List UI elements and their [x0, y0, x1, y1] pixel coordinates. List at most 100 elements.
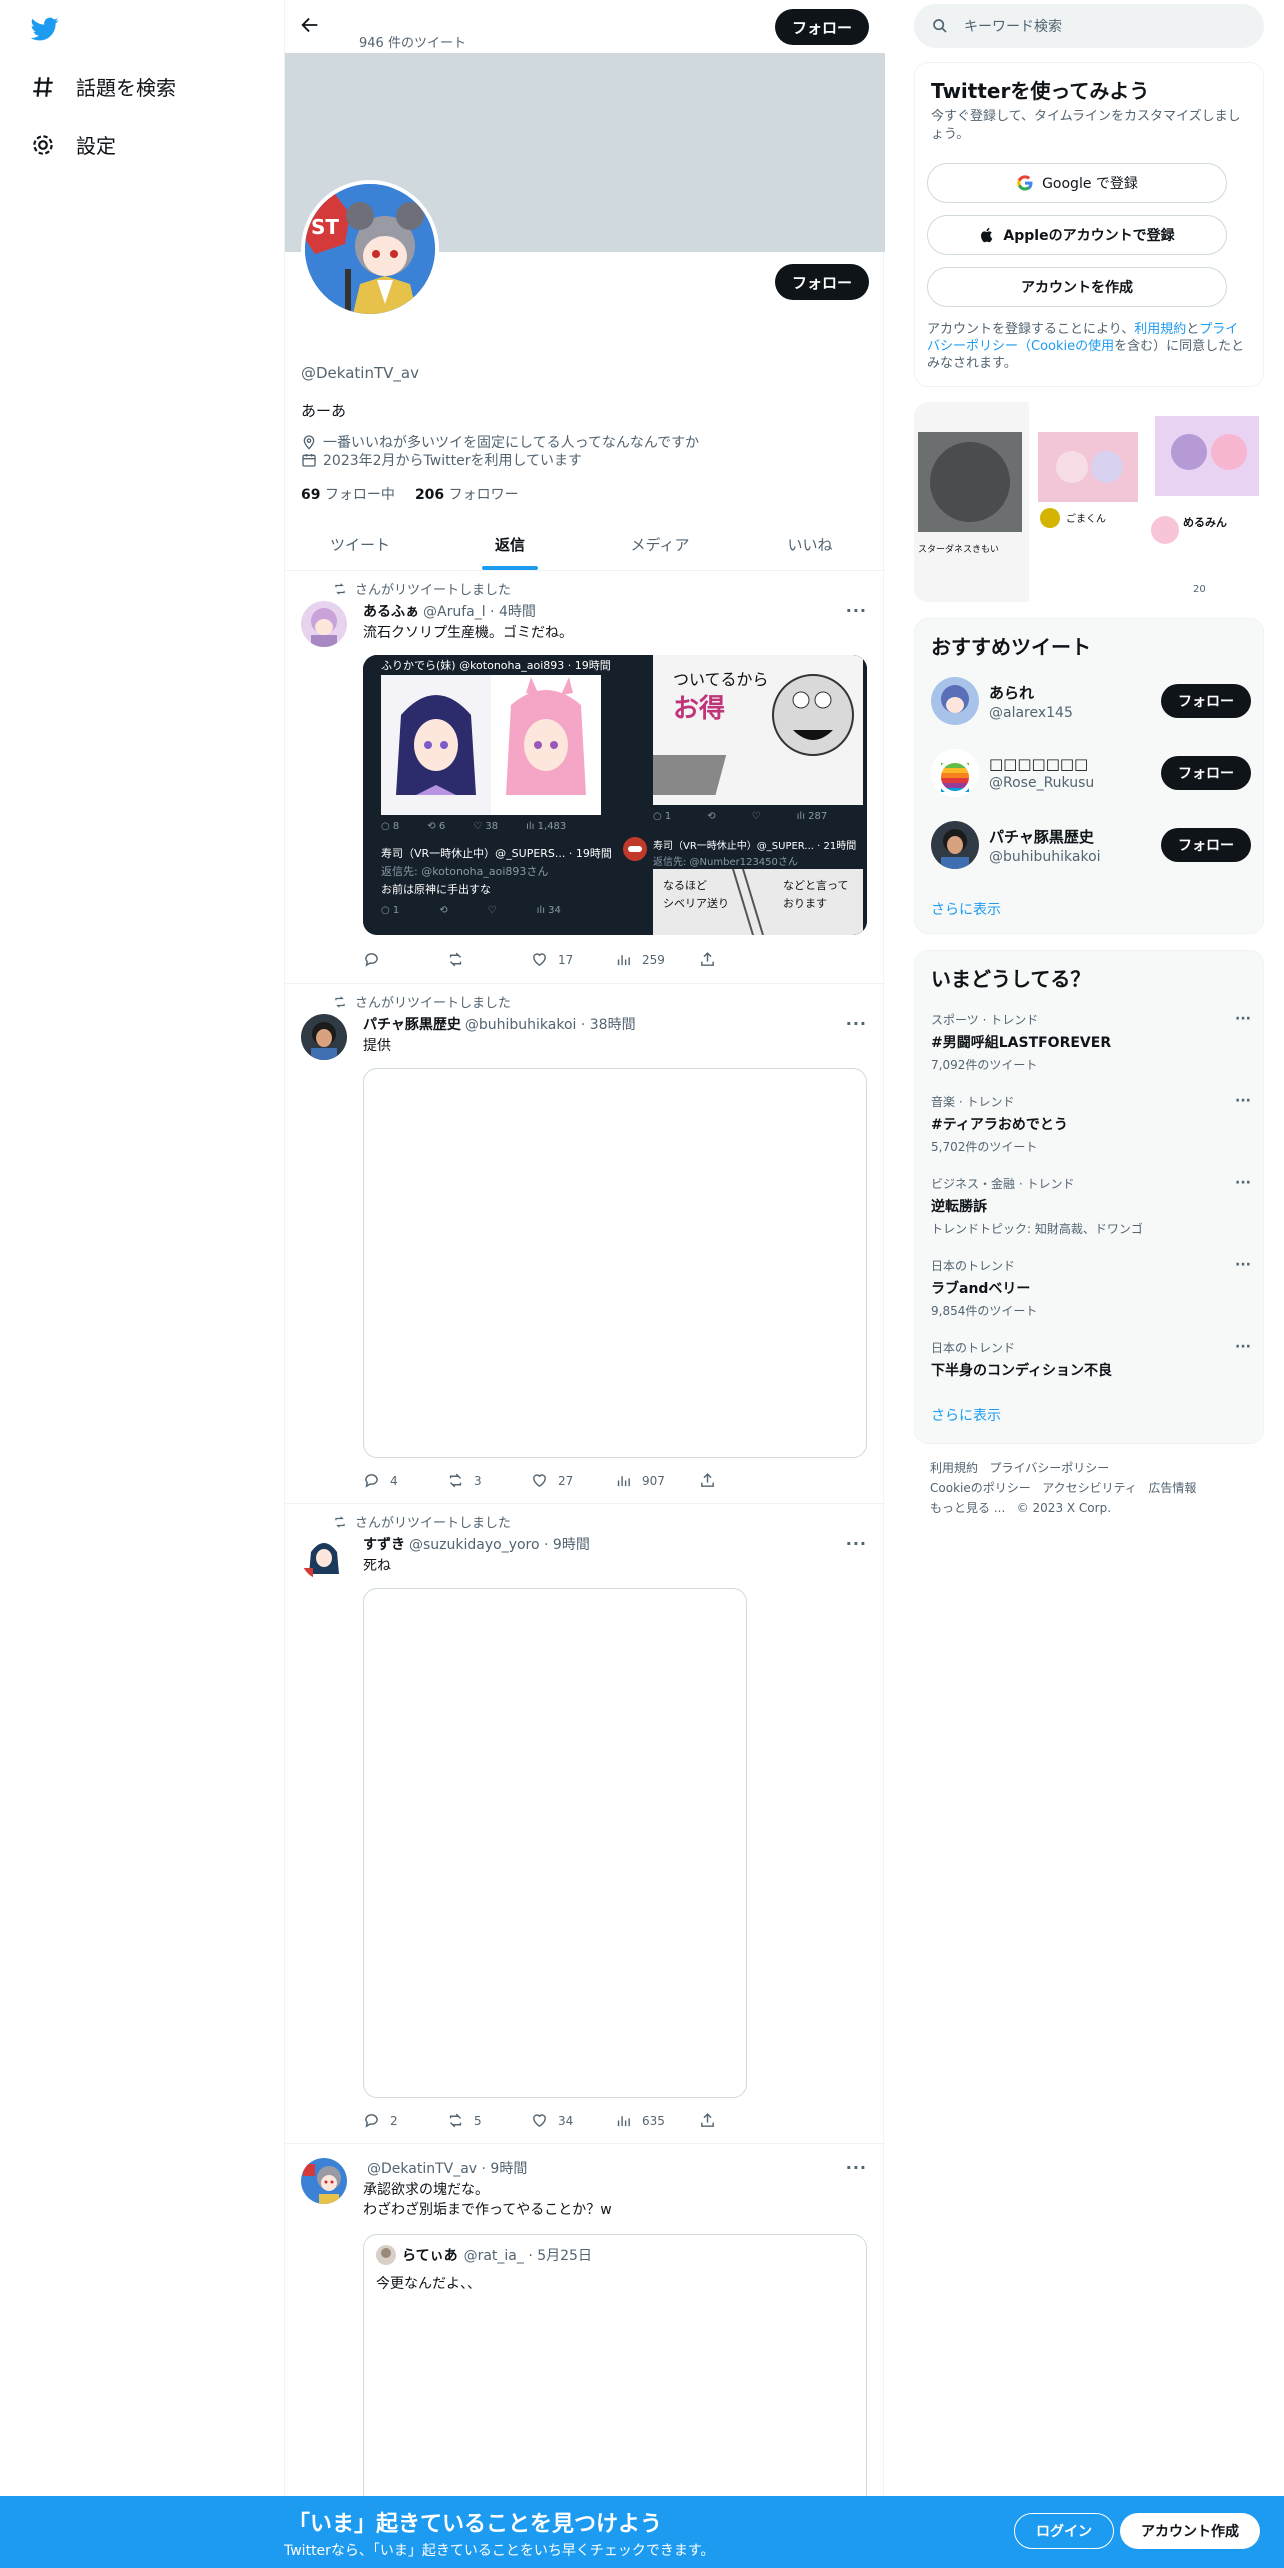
more-icon[interactable]: ··· [846, 1014, 867, 1033]
suggestion-item[interactable]: □□□□□□□ @Rose_Rukusu フォロー [931, 749, 1251, 797]
bar-chart-icon [617, 2116, 630, 2127]
tweet[interactable]: さんがリツイートしました パチャ豚黒歴史 @buhibuhikakoi · 38… [285, 984, 885, 1504]
profile-location-text: 一番いいねが多いツイを固定にしてる人ってなんなんですか [323, 435, 700, 451]
author-name[interactable]: パチャ豚黒歴史 [363, 1014, 461, 1034]
avatar [931, 677, 979, 725]
views-button[interactable]: 635 [615, 2112, 699, 2129]
more-icon[interactable]: ··· [1235, 1175, 1251, 1191]
views-button[interactable]: 259 [615, 951, 699, 968]
media-strip[interactable]: スターダネスきもい ごまくん めるみん 20 [914, 402, 1264, 602]
tweet-media[interactable]: ふりかでら(妹) @kotonoha_aoi893 · 19時間 ○ 8 ⟲ 6… [363, 655, 867, 935]
followers-link[interactable]: 206 フォロワー [415, 484, 519, 504]
share-button[interactable] [699, 2112, 783, 2129]
media-thumb-2[interactable]: ごまくん [1031, 402, 1147, 602]
more-icon[interactable]: ··· [1235, 1093, 1251, 1109]
footer-link[interactable]: 広告情報 [1148, 1481, 1196, 1495]
retweet-icon [335, 582, 345, 595]
avatar[interactable] [301, 1014, 347, 1060]
heart-icon [533, 2114, 546, 2128]
author-sub[interactable]: @DekatinTV_av · 9時間 [367, 2158, 527, 2178]
search-placeholder: キーワード検索 [964, 19, 1062, 35]
tweet[interactable]: さんがリツイートしました すずき @suzukidayo_yoro · 9時間 … [285, 1504, 885, 2144]
more-icon[interactable]: ··· [846, 2158, 867, 2177]
author-name[interactable]: あるふぁ [363, 601, 419, 621]
footer-link[interactable]: もっと見る ... [930, 1501, 1005, 1515]
like-button[interactable]: 27 [531, 1472, 615, 1489]
footer-link[interactable]: Cookieのポリシー [930, 1481, 1031, 1495]
suggestion-item[interactable]: パチャ豚黒歴史 @buhibuhikakoi フォロー [931, 821, 1251, 869]
svg-text:ついてるから: ついてるから [673, 670, 769, 689]
signup-terms: アカウントを登録することにより、利用規約とプライバシーポリシー（Cookieの使… [927, 322, 1245, 371]
follow-button-top[interactable]: フォロー [775, 9, 869, 45]
trend-item[interactable]: ビジネス・金融 · トレンド 逆転勝訴 トレンドトピック: 知財高裁、ドワンゴ ··· [931, 1175, 1251, 1237]
more-icon[interactable]: ··· [846, 601, 867, 620]
following-link[interactable]: 69 フォロー中 [301, 484, 395, 504]
author-sub[interactable]: @suzukidayo_yoro · 9時間 [409, 1534, 590, 1554]
trend-item[interactable]: スポーツ · トレンド #男闘呼組LASTFOREVER 7,092件のツイート ··… [931, 1011, 1251, 1073]
tab-likes[interactable]: いいね [735, 518, 885, 570]
tweet-header: あるふぁ @Arufa_l · 4時間 [363, 601, 536, 621]
follow-button[interactable]: フォロー [1161, 684, 1251, 718]
avatar[interactable] [301, 2158, 347, 2204]
avatar[interactable] [301, 601, 347, 647]
like-button[interactable]: 34 [531, 2112, 615, 2129]
footer-link[interactable]: プライバシーポリシー [989, 1461, 1109, 1475]
svg-text:おります: おります [783, 897, 827, 910]
svg-text:などと言って: などと言って [783, 879, 848, 892]
avatar[interactable] [301, 1534, 347, 1580]
more-icon[interactable]: ··· [1235, 1339, 1251, 1355]
more-icon[interactable]: ··· [1235, 1011, 1251, 1027]
show-more-trends-link[interactable]: さらに表示 [931, 1405, 1001, 1425]
follow-stats: 69 フォロー中 206 フォロワー [301, 484, 519, 504]
profile-avatar[interactable]: ST [301, 180, 439, 318]
media-thumb-1[interactable]: スターダネスきもい [914, 402, 1029, 602]
nav-explore[interactable]: 話題を検索 [30, 72, 176, 101]
share-button[interactable] [699, 1472, 783, 1489]
tab-replies[interactable]: 返信 [435, 518, 585, 570]
footer-link[interactable]: 利用規約 [930, 1461, 978, 1475]
more-icon[interactable]: ··· [1235, 1257, 1251, 1273]
tweet[interactable]: さんがリツイートしました あるふぁ @Arufa_l · 4時間 ··· 流石ク… [285, 571, 885, 984]
reply-button[interactable]: 4 [363, 1472, 447, 1489]
back-arrow-icon[interactable] [299, 14, 321, 36]
trend-item[interactable]: 音楽 · トレンド #ティアラおめでとう 5,702件のツイート ··· [931, 1093, 1251, 1155]
reply-button[interactable] [363, 951, 447, 968]
nav-explore-label: 話題を検索 [76, 76, 176, 100]
follow-button[interactable]: フォロー [1161, 756, 1251, 790]
search-input[interactable]: キーワード検索 [914, 4, 1264, 48]
share-button[interactable] [699, 951, 783, 968]
media-thumb-3[interactable]: めるみん 20 [1149, 402, 1264, 602]
retweet-button[interactable]: 3 [447, 1472, 531, 1489]
tweet-media[interactable] [363, 1588, 747, 2098]
reply-button[interactable]: 2 [363, 2112, 447, 2129]
suggestion-item[interactable]: あられ @alarex145 フォロー [931, 677, 1251, 725]
follow-button[interactable]: フォロー [1161, 828, 1251, 862]
signup-button[interactable]: アカウント作成 [1120, 2513, 1260, 2549]
profile-handle: @DekatinTV_av [301, 364, 419, 382]
nav-settings[interactable]: 設定 [30, 130, 116, 159]
author-sub[interactable]: @Arufa_l · 4時間 [423, 601, 536, 621]
apple-signup-button[interactable]: Appleのアカウントで登録 [927, 215, 1227, 255]
retweet-button[interactable]: 5 [447, 2112, 531, 2129]
views-button[interactable]: 907 [615, 1472, 699, 1489]
create-account-button[interactable]: アカウントを作成 [927, 267, 1227, 307]
quote-avatar [376, 2245, 396, 2265]
tab-tweets[interactable]: ツイート [285, 518, 435, 570]
tweet-media[interactable] [363, 1068, 867, 1458]
like-button[interactable]: 17 [531, 951, 615, 968]
google-signup-button[interactable]: Google で登録 [927, 163, 1227, 203]
show-more-link[interactable]: さらに表示 [931, 899, 1001, 919]
login-button[interactable]: ログイン [1014, 2513, 1114, 2549]
more-icon[interactable]: ··· [846, 1534, 867, 1553]
tab-media[interactable]: メディア [585, 518, 735, 570]
footer-link[interactable]: アクセシビリティ [1042, 1481, 1137, 1495]
trend-item[interactable]: 日本のトレンド ラブandベリー 9,854件のツイート ··· [931, 1257, 1251, 1319]
follow-button[interactable]: フォロー [775, 264, 869, 300]
author-sub[interactable]: @buhibuhikakoi · 38時間 [465, 1014, 636, 1034]
trend-item[interactable]: 日本のトレンド 下半身のコンディション不良 ··· [931, 1339, 1251, 1380]
retweet-label: さんがリツイートしました [333, 992, 511, 1011]
twitter-logo-icon[interactable] [30, 15, 60, 43]
terms-link[interactable]: 利用規約 [1134, 322, 1186, 337]
author-name[interactable]: すずき [363, 1534, 405, 1554]
retweet-button[interactable] [447, 951, 531, 968]
